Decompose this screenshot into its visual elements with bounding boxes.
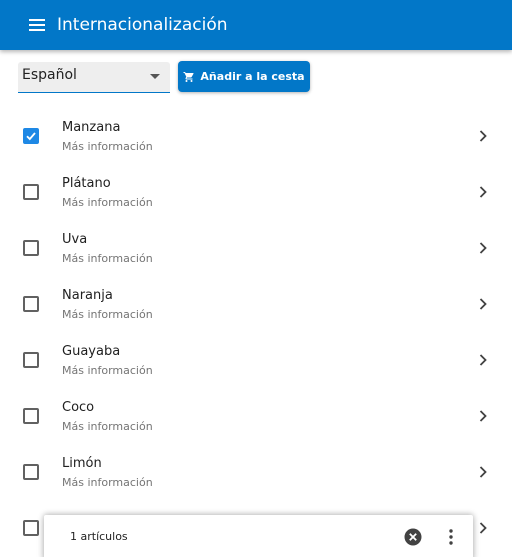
list-item-title: Coco (62, 400, 95, 415)
language-select[interactable]: Español (18, 62, 170, 93)
menu-button[interactable] (22, 13, 52, 37)
chevron-right-icon (479, 130, 487, 142)
list-item[interactable]: Plátano Más información (0, 164, 512, 220)
page-title: Internacionalización (57, 15, 228, 35)
checkbox[interactable] (23, 184, 39, 200)
list-item-title: Naranja (62, 288, 113, 303)
list-item-subtitle: Más información (62, 308, 153, 321)
chevron-right-icon (479, 466, 487, 478)
list-item-title: Uva (62, 232, 88, 247)
shopping-cart-icon (183, 71, 194, 82)
list-item[interactable]: Naranja Más información (0, 276, 512, 332)
chevron-right-icon (479, 298, 487, 310)
chevron-right-icon (479, 410, 487, 422)
list-item-subtitle: Más información (62, 476, 153, 489)
chevron-right-icon (479, 522, 487, 534)
checkbox[interactable] (23, 240, 39, 256)
checkmark-icon (26, 132, 36, 141)
app-bar: Internacionalización (0, 0, 512, 50)
list-item-title: Guayaba (62, 344, 121, 359)
list-item-title: Limón (62, 456, 102, 471)
more-vertical-icon[interactable] (443, 527, 459, 547)
list-item-subtitle: Más información (62, 196, 153, 209)
checkbox[interactable] (23, 464, 39, 480)
chevron-right-icon (479, 354, 487, 366)
checkbox[interactable] (23, 408, 39, 424)
checkbox[interactable] (23, 352, 39, 368)
chevron-right-icon (479, 242, 487, 254)
checkbox[interactable] (23, 520, 39, 536)
list-item[interactable]: Uva Más información (0, 220, 512, 276)
checkbox-checked[interactable] (23, 128, 39, 144)
list-item-subtitle: Más información (62, 420, 153, 433)
list-item[interactable]: Limón Más información (0, 444, 512, 500)
add-to-cart-button[interactable]: Añadir a la cesta (178, 61, 310, 92)
list-item-subtitle: Más información (62, 252, 153, 265)
list-item-title: Manzana (62, 120, 121, 135)
cart-snackbar: 1 artículos (44, 515, 473, 557)
close-circle-icon[interactable] (403, 527, 423, 547)
list-item-subtitle: Más información (62, 140, 153, 153)
list-item[interactable]: Manzana Más información (0, 108, 512, 164)
checkbox[interactable] (23, 296, 39, 312)
dropdown-caret-icon (150, 74, 160, 79)
add-to-cart-label: Añadir a la cesta (200, 70, 305, 83)
list-item[interactable]: Guayaba Más información (0, 332, 512, 388)
chevron-right-icon (479, 186, 487, 198)
snackbar-message: 1 artículos (70, 530, 128, 543)
language-select-value: Español (22, 67, 77, 83)
menu-icon (29, 19, 45, 31)
list-item[interactable]: Coco Más información (0, 388, 512, 444)
list-item-title: Plátano (62, 176, 111, 191)
list-item-subtitle: Más información (62, 364, 153, 377)
